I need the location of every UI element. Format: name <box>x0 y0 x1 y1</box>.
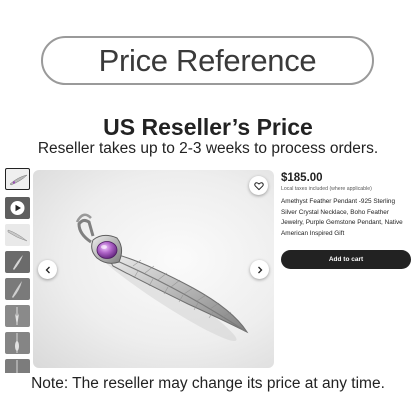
feather-thumbnail-icon <box>15 307 19 325</box>
add-to-cart-button[interactable]: Add to cart <box>281 250 411 269</box>
favorite-button[interactable] <box>249 176 268 195</box>
thumbnail-4[interactable] <box>5 251 30 273</box>
thumbnail-strip <box>5 168 30 373</box>
tax-note: Local taxes included (where applicable) <box>281 186 372 192</box>
thumbnail-6[interactable] <box>5 305 30 327</box>
product-price: $185.00 <box>281 172 323 184</box>
feather-pendant-image <box>75 213 249 342</box>
thumbnail-2-video[interactable] <box>5 197 30 219</box>
feather-thumbnail-icon <box>13 255 23 270</box>
feather-thumbnail-icon <box>12 281 22 298</box>
feather-thumbnail-icon <box>7 229 28 242</box>
main-product-image <box>33 170 274 368</box>
chevron-left-icon <box>45 266 50 273</box>
chevron-right-icon <box>257 266 262 273</box>
banner-title: Price Reference <box>98 42 317 78</box>
product-title: Amethyst Feather Pendant -925 Sterling S… <box>281 198 403 237</box>
next-image-button[interactable] <box>250 260 269 279</box>
thumbnail-1[interactable] <box>5 168 30 190</box>
page-heading: US Reseller’s Price <box>103 114 313 140</box>
heart-icon <box>253 181 264 190</box>
thumbnail-8[interactable] <box>5 359 30 373</box>
price-reference-banner: Price Reference <box>41 36 374 85</box>
thumbnail-5[interactable] <box>5 278 30 300</box>
thumbnail-3[interactable] <box>5 224 30 246</box>
feather-thumbnail-icon <box>9 174 28 186</box>
footer-note: Note: The reseller may change its price … <box>31 375 385 392</box>
feather-thumbnail-icon <box>15 333 19 353</box>
feather-thumbnail-icon <box>16 360 18 373</box>
thumbnail-7[interactable] <box>5 332 30 354</box>
page-subheading: Reseller takes up to 2-3 weeks to proces… <box>37 140 379 157</box>
previous-image-button[interactable] <box>38 260 57 279</box>
play-icon <box>10 201 25 215</box>
